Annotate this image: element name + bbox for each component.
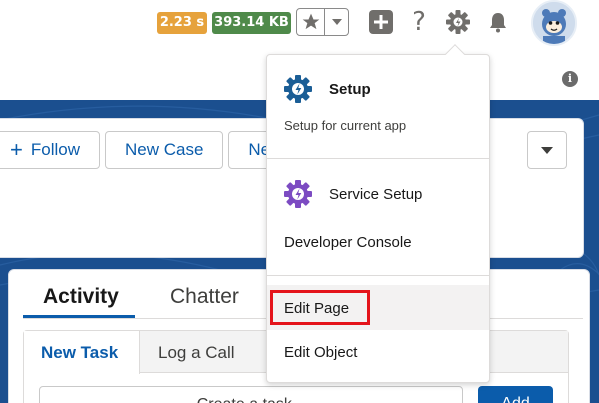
star-icon	[302, 13, 319, 30]
user-avatar[interactable]	[531, 0, 577, 46]
info-icon[interactable]: i	[562, 71, 578, 87]
record-action-buttons: + Follow New Case New	[0, 131, 307, 169]
setup-gear-icon	[284, 75, 312, 103]
follow-label: Follow	[30, 140, 80, 159]
help-button[interactable]: ?	[405, 7, 433, 37]
gear-icon	[446, 10, 470, 34]
favorite-star-button[interactable]	[297, 9, 325, 35]
add-task-button[interactable]: Add	[478, 386, 553, 403]
edit-page-highlight-box	[270, 290, 370, 325]
favorites-list-button[interactable]	[325, 9, 348, 35]
more-actions-button[interactable]	[527, 131, 567, 169]
perf-size-badge: 393.14 KB	[212, 12, 291, 34]
subtab-new-task[interactable]: New Task	[41, 343, 118, 363]
notifications-button[interactable]	[484, 8, 512, 36]
service-setup-menu-item[interactable]: Service Setup	[329, 186, 422, 203]
new-case-label: New Case	[124, 140, 204, 159]
menu-divider	[267, 275, 489, 276]
developer-console-menu-item[interactable]: Developer Console	[284, 234, 412, 251]
setup-menu-subtitle: Setup for current app	[284, 118, 407, 133]
perf-time-badge: 2.23 s	[157, 12, 207, 34]
avatar-icon	[533, 2, 575, 44]
follow-button[interactable]: + Follow	[0, 131, 100, 169]
setup-menu-item[interactable]: Setup	[329, 81, 371, 98]
edit-object-menu-item[interactable]: Edit Object	[284, 344, 357, 361]
subtab-log-call[interactable]: Log a Call	[158, 343, 235, 363]
setup-gear-button[interactable]	[444, 8, 472, 36]
plus-icon	[369, 10, 393, 34]
chevron-down-icon	[541, 147, 553, 154]
menu-divider	[267, 158, 489, 159]
chevron-down-icon	[331, 19, 342, 25]
create-task-input[interactable]: Create a task...	[39, 386, 463, 403]
help-icon: ?	[412, 7, 426, 37]
new-case-button[interactable]: New Case	[104, 131, 224, 169]
service-setup-gear-icon	[284, 180, 312, 208]
favorites-group	[296, 8, 349, 36]
tab-activity[interactable]: Activity	[43, 285, 119, 309]
plus-icon: +	[10, 137, 23, 162]
tab-chatter[interactable]: Chatter	[170, 285, 239, 309]
global-actions-button[interactable]	[367, 8, 395, 36]
bell-icon	[490, 13, 506, 33]
